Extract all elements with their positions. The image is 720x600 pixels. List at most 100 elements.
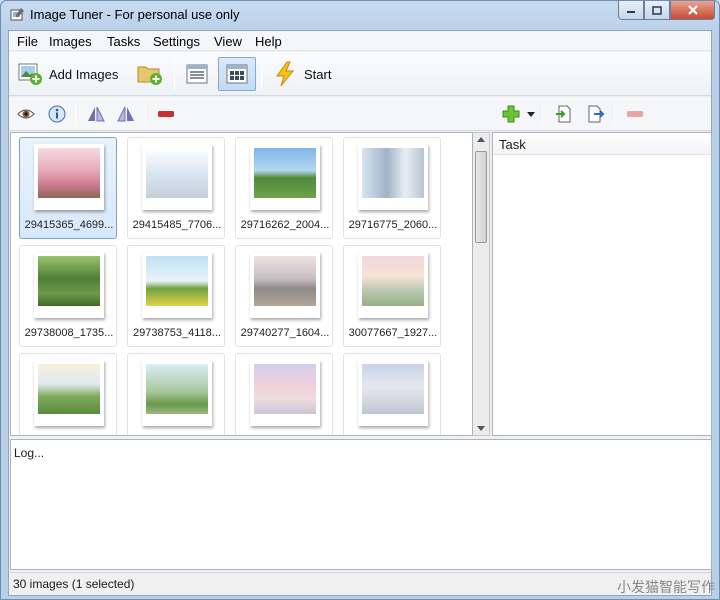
log-text: Log... <box>14 446 45 460</box>
scroll-down-arrow[interactable] <box>477 426 485 431</box>
info-icon <box>48 105 66 123</box>
thumbnail-grid[interactable]: 29415365_4699... 29415485_7706... 29716262… <box>10 132 473 436</box>
menu-tasks[interactable]: Tasks <box>107 34 140 49</box>
toolbar-separator <box>75 103 76 125</box>
thumbnail-filename: 29740277_1604... <box>240 327 330 339</box>
photo-preview <box>146 148 208 198</box>
caption-buttons <box>618 1 715 21</box>
thumbnail-filename: 29738008_1735... <box>24 327 114 339</box>
thumbnail-filename: 29415365_4699... <box>24 219 114 231</box>
minimize-button[interactable] <box>618 1 644 20</box>
main-toolbar: Add Images Start <box>9 52 711 96</box>
watermark: 小发猫智能写作 <box>617 580 715 596</box>
scrollbar-thumb[interactable] <box>475 151 487 243</box>
thumbnail-filename: 29738753_4118... <box>133 327 221 339</box>
thumbnail-tile[interactable]: 29415485_7706... <box>127 137 225 239</box>
start-label: Start <box>304 66 332 82</box>
thumbnail-filename: 30077667_1927... <box>348 327 438 339</box>
scroll-up-arrow[interactable] <box>477 137 485 142</box>
add-images-label: Add Images <box>49 66 119 82</box>
add-task-dropdown[interactable] <box>525 104 537 124</box>
thumbnail-tile[interactable]: 29738753_4118... <box>127 245 225 347</box>
thumbnail-image <box>250 144 320 210</box>
thumbnail-image <box>142 252 212 318</box>
minimize-icon <box>627 11 635 13</box>
info-button[interactable] <box>47 104 67 124</box>
thumbnail-tile[interactable] <box>19 353 117 435</box>
close-button[interactable] <box>670 1 715 20</box>
photo-preview <box>254 148 316 198</box>
eye-icon <box>17 109 35 119</box>
image-toolbar <box>9 97 711 131</box>
thumbnail-tile[interactable]: 29740277_1604... <box>235 245 333 347</box>
list-view-button[interactable] <box>183 61 211 87</box>
photo-preview <box>38 148 100 198</box>
plus-icon <box>502 105 520 123</box>
flip-right-button[interactable] <box>116 104 136 124</box>
export-task-button[interactable] <box>586 104 606 124</box>
toolbar-separator <box>614 103 615 125</box>
thumbnail-tile[interactable] <box>127 353 225 435</box>
add-folder-button[interactable] <box>137 62 163 86</box>
import-icon <box>556 105 571 123</box>
title-bar[interactable]: Image Tuner - For personal use only <box>1 1 719 29</box>
thumbnail-filename: 29716262_2004... <box>240 219 330 231</box>
remove-task-button[interactable] <box>625 104 645 124</box>
thumbnail-filename: 29716775_2060... <box>348 219 438 231</box>
thumbnail-scrollbar[interactable] <box>473 132 490 436</box>
start-button[interactable]: Start <box>272 61 331 87</box>
photo-preview <box>146 364 208 414</box>
log-panel: Log... <box>10 439 712 570</box>
thumbnail-tile[interactable] <box>343 353 441 435</box>
close-icon <box>687 5 698 15</box>
toolbar-separator <box>261 58 262 90</box>
task-column-header[interactable]: Task <box>493 133 711 155</box>
details-view-icon <box>186 64 208 84</box>
chevron-down-icon <box>527 111 535 117</box>
photo-preview <box>146 256 208 306</box>
status-bar: 30 images (1 selected) <box>9 572 711 595</box>
thumbnail-view-button[interactable] <box>218 57 256 91</box>
menu-view[interactable]: View <box>214 34 242 49</box>
photo-preview <box>38 256 100 306</box>
thumbnail-image <box>358 360 428 426</box>
import-task-button[interactable] <box>554 104 574 124</box>
thumbnail-image <box>358 144 428 210</box>
client-area: File Images Tasks Settings View Help Add… <box>8 30 712 596</box>
thumbnail-tile[interactable]: 30077667_1927... <box>343 245 441 347</box>
preview-button[interactable] <box>16 104 36 124</box>
photo-preview <box>38 364 100 414</box>
thumbnail-tile[interactable]: 29415365_4699... <box>19 137 117 239</box>
thumbnail-tile[interactable]: 29738008_1735... <box>19 245 117 347</box>
thumbnail-filename: 29415485_7706... <box>132 219 222 231</box>
thumbnail-image <box>142 144 212 210</box>
photo-preview <box>362 256 424 306</box>
photo-preview <box>362 364 424 414</box>
flip-left-button[interactable] <box>86 104 106 124</box>
menu-images[interactable]: Images <box>49 34 92 49</box>
thumbnail-image <box>142 360 212 426</box>
remove-image-button[interactable] <box>156 104 176 124</box>
maximize-button[interactable] <box>644 1 670 20</box>
remove-icon <box>627 111 643 117</box>
folder-add-icon <box>137 66 162 85</box>
thumbnail-tile[interactable]: 29716262_2004... <box>235 137 333 239</box>
menu-settings[interactable]: Settings <box>153 34 200 49</box>
thumbnail-image <box>34 252 104 318</box>
lightning-icon <box>276 61 295 87</box>
app-window: Image Tuner - For personal use only File… <box>0 0 720 600</box>
menu-help[interactable]: Help <box>255 34 282 49</box>
add-task-button[interactable] <box>501 104 521 124</box>
toolbar-separator <box>542 103 543 125</box>
status-text: 30 images (1 selected) <box>13 577 135 591</box>
remove-icon <box>158 111 174 117</box>
thumbnail-tile[interactable] <box>235 353 333 435</box>
menu-file[interactable]: File <box>17 34 38 49</box>
thumbnail-image <box>358 252 428 318</box>
photo-preview <box>362 148 424 198</box>
add-images-button[interactable]: Add Images <box>17 62 118 86</box>
toolbar-separator <box>174 58 175 90</box>
export-icon <box>588 105 605 123</box>
thumbnail-tile[interactable]: 29716775_2060... <box>343 137 441 239</box>
maximize-icon <box>652 5 662 15</box>
